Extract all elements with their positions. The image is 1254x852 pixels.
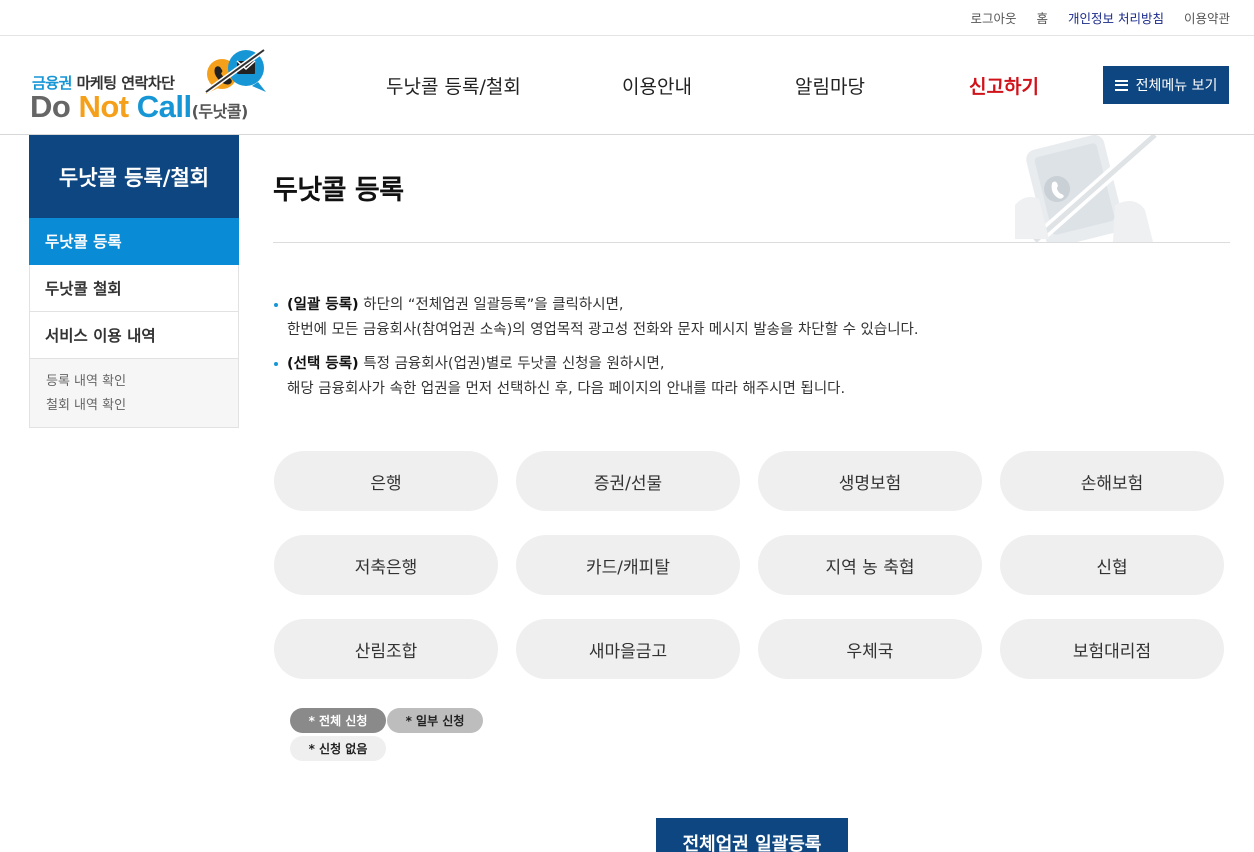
home-link[interactable]: 홈 — [1036, 8, 1048, 27]
category-card-capital-button[interactable]: 카드/캐피탈 — [516, 535, 740, 595]
phone-illustration-icon — [1015, 135, 1159, 242]
category-credit-union-button[interactable]: 신협 — [1000, 535, 1224, 595]
nav-register-withdraw[interactable]: 두낫콜 등록/철회 — [386, 72, 521, 99]
bulk-register-button[interactable]: 전체업권 일괄등록 — [656, 818, 848, 852]
side-nav: 두낫콜 등록/철회 두낫콜 등록 두낫콜 철회 서비스 이용 내역 등록 내역 … — [29, 135, 239, 428]
site-logo[interactable]: 금융권 마케팅 연락차단 Do Not Call(두낫콜) — [30, 44, 270, 128]
legend-partial-applied: * 일부 신청 — [387, 708, 483, 733]
side-nav-item-register[interactable]: 두낫콜 등록 — [29, 218, 239, 265]
site-header: 금융권 마케팅 연락차단 Do Not Call(두낫콜) 두낫콜 등록/철회 … — [0, 36, 1254, 135]
side-nav-sub-list: 등록 내역 확인 철회 내역 확인 — [29, 359, 239, 428]
category-savings-bank-button[interactable]: 저축은행 — [274, 535, 498, 595]
description: (일괄 등록) 하단의 “전체업권 일괄등록”을 클릭하시면, 한번에 모든 금… — [273, 293, 1213, 411]
category-forestry-button[interactable]: 산림조합 — [274, 619, 498, 679]
hamburger-icon — [1114, 79, 1128, 91]
side-nav-item-withdraw[interactable]: 두낫콜 철회 — [29, 265, 239, 312]
nav-usage-guide[interactable]: 이용안내 — [622, 72, 692, 99]
category-life-insurance-button[interactable]: 생명보험 — [758, 451, 982, 511]
side-nav-item-service-history[interactable]: 서비스 이용 내역 — [29, 312, 239, 359]
nav-notice-board[interactable]: 알림마당 — [795, 72, 865, 99]
category-post-office-button[interactable]: 우체국 — [758, 619, 982, 679]
legend-not-applied: * 신청 없음 — [290, 736, 386, 761]
utility-links: 로그아웃 홈 개인정보 처리방침 이용약관 — [970, 8, 1230, 27]
title-divider — [273, 242, 1230, 243]
category-nonghyup-button[interactable]: 지역 농 축협 — [758, 535, 982, 595]
logo-wordmark: Do Not Call(두낫콜) — [30, 89, 248, 124]
utility-bar: 로그아웃 홈 개인정보 처리방침 이용약관 — [0, 0, 1254, 36]
nav-report[interactable]: 신고하기 — [969, 72, 1039, 99]
category-saemaul-button[interactable]: 새마을금고 — [516, 619, 740, 679]
category-bank-button[interactable]: 은행 — [274, 451, 498, 511]
terms-link[interactable]: 이용약관 — [1184, 8, 1230, 27]
all-menu-label: 전체메뉴 보기 — [1135, 78, 1218, 94]
logout-link[interactable]: 로그아웃 — [970, 8, 1016, 27]
legend-all-applied: * 전체 신청 — [290, 708, 386, 733]
privacy-policy-link[interactable]: 개인정보 처리방침 — [1068, 8, 1164, 27]
side-nav-sub-register-history[interactable]: 등록 내역 확인 — [46, 370, 222, 394]
side-nav-title: 두낫콜 등록/철회 — [29, 135, 239, 218]
side-nav-sub-withdraw-history[interactable]: 철회 내역 확인 — [46, 394, 222, 418]
description-bulk: (일괄 등록) 하단의 “전체업권 일괄등록”을 클릭하시면, 한번에 모든 금… — [273, 293, 1213, 343]
category-nonlife-insurance-button[interactable]: 손해보험 — [1000, 451, 1224, 511]
page-title: 두낫콜 등록 — [273, 175, 404, 206]
all-menu-button[interactable]: 전체메뉴 보기 — [1103, 66, 1229, 104]
category-insurance-agency-button[interactable]: 보험대리점 — [1000, 619, 1224, 679]
category-securities-button[interactable]: 증권/선물 — [516, 451, 740, 511]
description-select: (선택 등록) 특정 금융회사(업권)별로 두낫콜 신청을 원하시면, 해당 금… — [273, 352, 1213, 402]
